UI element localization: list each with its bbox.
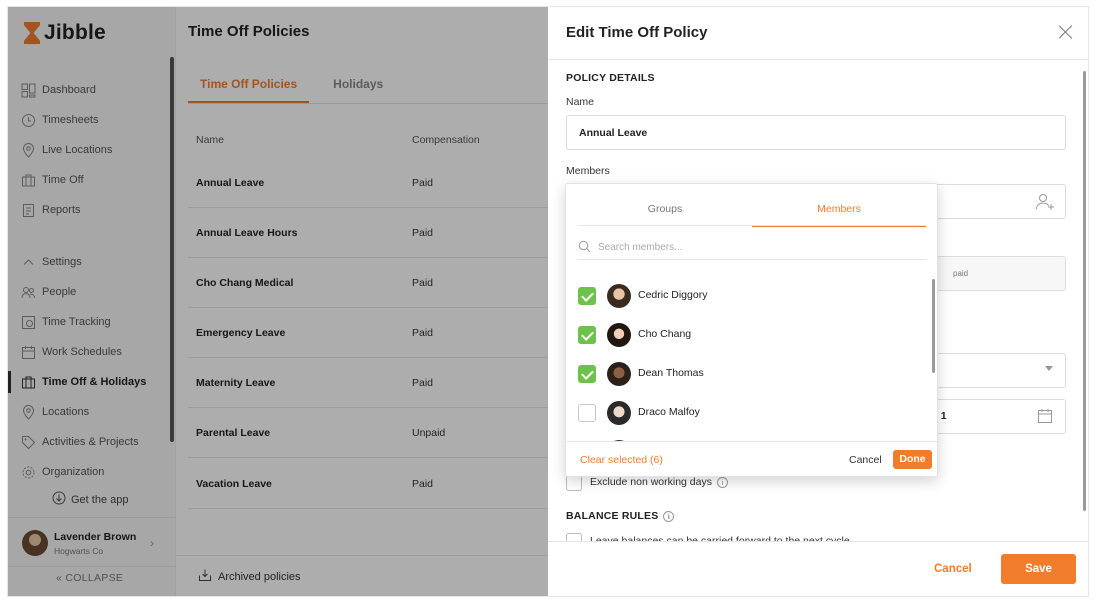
member-checkbox[interactable] xyxy=(578,287,596,305)
member-name: Draco Malfoy xyxy=(638,406,700,418)
modal-backdrop[interactable] xyxy=(8,7,548,596)
name-value: Annual Leave xyxy=(579,127,648,139)
tab-members[interactable]: Members xyxy=(752,203,926,227)
cancel-button[interactable]: Cancel xyxy=(934,563,972,575)
search-input[interactable] xyxy=(598,239,898,255)
close-icon[interactable] xyxy=(1057,23,1075,41)
section-policy-details: POLICY DETAILS xyxy=(566,72,655,84)
panel-footer: Cancel Save xyxy=(548,541,1088,596)
exclude-non-working-label: Exclude non working days i xyxy=(590,476,728,488)
section-balance-rules: BALANCE RULES i xyxy=(566,510,675,522)
list-item[interactable]: Draco Malfoy xyxy=(578,393,926,432)
member-name: Dean Thomas xyxy=(638,367,704,379)
panel-scrollbar[interactable] xyxy=(1083,71,1086,511)
tab-groups[interactable]: Groups xyxy=(578,203,752,225)
name-label: Name xyxy=(566,96,595,108)
done-button[interactable]: Done xyxy=(893,450,932,469)
info-icon[interactable]: i xyxy=(663,510,675,522)
member-checkbox[interactable] xyxy=(578,365,596,383)
member-search xyxy=(578,236,926,260)
chevron-down-icon xyxy=(1045,366,1053,371)
avatar xyxy=(607,323,631,347)
avatar xyxy=(607,284,631,308)
name-field[interactable]: Annual Leave xyxy=(566,115,1066,150)
panel-title: Edit Time Off Policy xyxy=(566,24,708,41)
balance-rules-text: BALANCE RULES xyxy=(566,510,659,522)
member-name: Cedric Diggory xyxy=(638,289,708,301)
popover-tabs-divider xyxy=(578,225,926,226)
members-dropdown: Groups Members Cedric Diggory Cho Chang … xyxy=(565,183,938,477)
member-checkbox[interactable] xyxy=(578,404,596,422)
avatar xyxy=(607,401,631,425)
app-window: Jibble Dashboard Timesheets Live Locatio… xyxy=(8,7,1088,596)
popover-footer: Clear selected (6) Cancel Done xyxy=(566,441,937,476)
member-name: Cho Chang xyxy=(638,328,692,340)
exclude-text: Exclude non working days xyxy=(590,476,712,488)
avatar xyxy=(607,362,631,386)
members-label: Members xyxy=(566,165,610,177)
exclude-non-working-checkbox[interactable] xyxy=(566,475,582,491)
info-icon[interactable]: i xyxy=(717,476,728,488)
panel-divider xyxy=(548,59,1088,60)
list-item[interactable]: Dean Thomas xyxy=(578,354,926,393)
list-item[interactable]: Cho Chang xyxy=(578,315,926,354)
add-user-icon[interactable] xyxy=(1035,193,1055,216)
calendar-icon[interactable] xyxy=(1037,408,1053,429)
save-button[interactable]: Save xyxy=(1001,554,1076,584)
compensation-value: paid xyxy=(953,269,969,278)
clear-selected-button[interactable]: Clear selected (6) xyxy=(580,454,663,466)
search-icon xyxy=(578,240,591,258)
member-checkbox[interactable] xyxy=(578,326,596,344)
list-item[interactable]: Cedric Diggory xyxy=(578,276,926,315)
popover-cancel-button[interactable]: Cancel xyxy=(849,454,882,466)
popover-scrollbar[interactable] xyxy=(932,279,935,373)
